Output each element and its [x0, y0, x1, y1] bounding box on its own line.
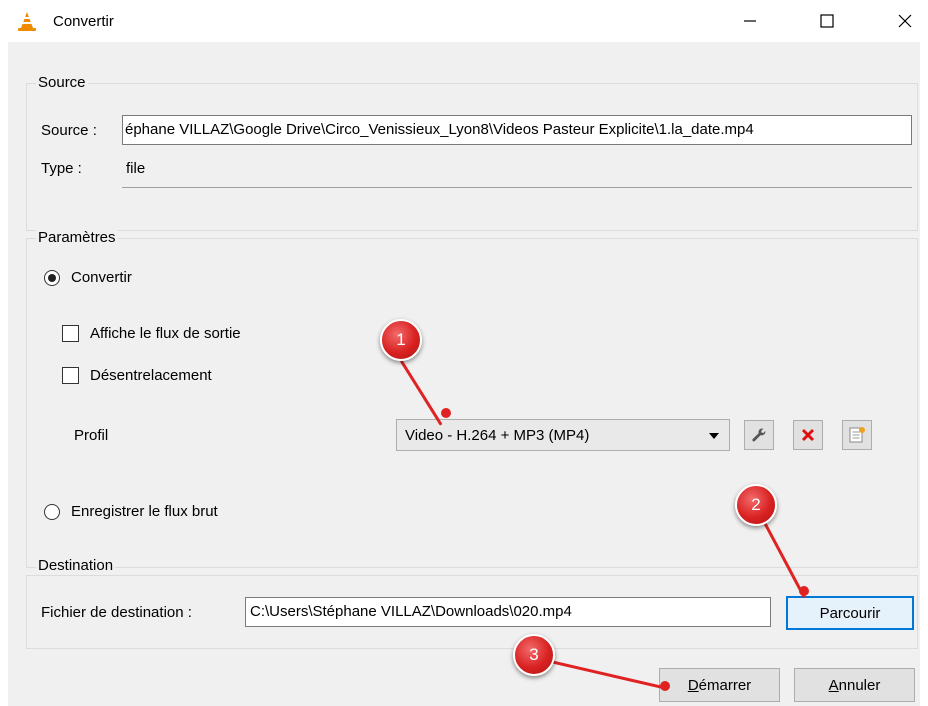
- source-group: [26, 83, 918, 231]
- close-button[interactable]: [882, 0, 928, 42]
- deinterlace-label: Désentrelacement: [90, 367, 212, 384]
- delete-profile-button[interactable]: [793, 420, 823, 450]
- profile-dropdown[interactable]: Video - H.264 + MP3 (MP4): [396, 419, 730, 451]
- start-button-label: émarrer: [698, 676, 752, 694]
- close-icon: [898, 14, 912, 28]
- annotation-3-dot: [660, 681, 670, 691]
- source-legend: Source: [36, 74, 88, 91]
- maximize-icon: [820, 14, 834, 28]
- cancel-button-mnemonic: A: [828, 676, 839, 694]
- browse-button[interactable]: Parcourir: [786, 596, 914, 630]
- annotation-3-badge: 3: [513, 634, 555, 676]
- profile-dropdown-value: Video - H.264 + MP3 (MP4): [405, 427, 590, 444]
- start-button[interactable]: Démarrer: [659, 668, 780, 702]
- annotation-1-dot: [441, 408, 451, 418]
- source-separator: [122, 187, 912, 188]
- wrench-icon: [752, 428, 766, 442]
- chevron-down-icon: [709, 433, 719, 439]
- deinterlace-checkbox[interactable]: [62, 367, 79, 384]
- source-label: Source :: [41, 122, 97, 139]
- show-output-label: Affiche le flux de sortie: [90, 325, 241, 342]
- minimize-icon: [744, 20, 756, 22]
- source-field[interactable]: éphane VILLAZ\Google Drive\Circo_Venissi…: [122, 115, 912, 145]
- profile-label: Profil: [74, 427, 109, 444]
- parametres-legend: Paramètres: [36, 229, 118, 246]
- annotation-2-badge: 2: [735, 484, 777, 526]
- cancel-button[interactable]: Annuler: [794, 668, 915, 702]
- edit-profile-button[interactable]: [744, 420, 774, 450]
- cancel-button-label: nnuler: [838, 676, 881, 694]
- raw-stream-label: Enregistrer le flux brut: [71, 503, 218, 520]
- convert-radio[interactable]: [44, 270, 60, 286]
- annotation-2-dot: [799, 586, 809, 596]
- show-output-checkbox[interactable]: [62, 325, 79, 342]
- window-title: Convertir: [53, 13, 114, 30]
- minimize-button[interactable]: [727, 0, 773, 42]
- type-label: Type :: [41, 160, 82, 177]
- convert-radio-label: Convertir: [71, 269, 132, 286]
- raw-stream-radio[interactable]: [44, 504, 60, 520]
- title-bar: Convertir: [0, 0, 928, 42]
- destination-file-field[interactable]: C:\Users\Stéphane VILLAZ\Downloads\020.m…: [245, 597, 771, 627]
- type-value: file: [126, 160, 146, 177]
- start-button-mnemonic: D: [687, 676, 699, 694]
- delete-x-icon: [801, 428, 815, 442]
- destination-file-label: Fichier de destination :: [41, 604, 192, 621]
- new-profile-button[interactable]: [842, 420, 872, 450]
- vlc-cone-icon: [18, 12, 36, 31]
- new-profile-icon: [849, 427, 865, 443]
- convert-dialog: Source Source : éphane VILLAZ\Google Dri…: [8, 42, 920, 706]
- destination-legend: Destination: [36, 557, 116, 574]
- maximize-button[interactable]: [804, 0, 850, 42]
- annotation-1-badge: 1: [380, 319, 422, 361]
